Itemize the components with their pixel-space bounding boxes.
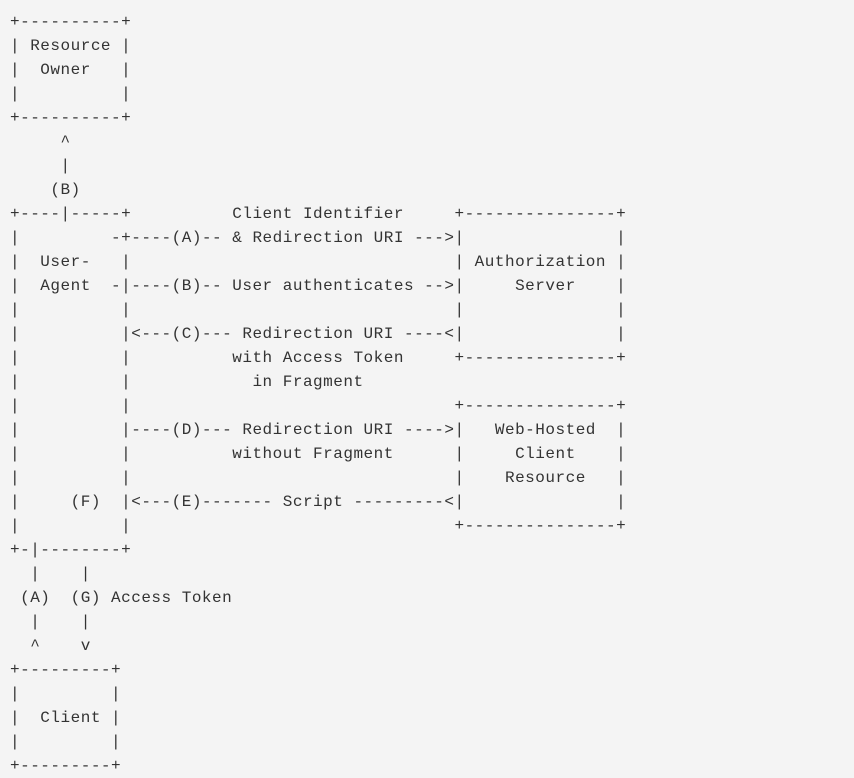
- oauth-flow-diagram: +----------+ | Resource | | Owner | | | …: [10, 10, 844, 778]
